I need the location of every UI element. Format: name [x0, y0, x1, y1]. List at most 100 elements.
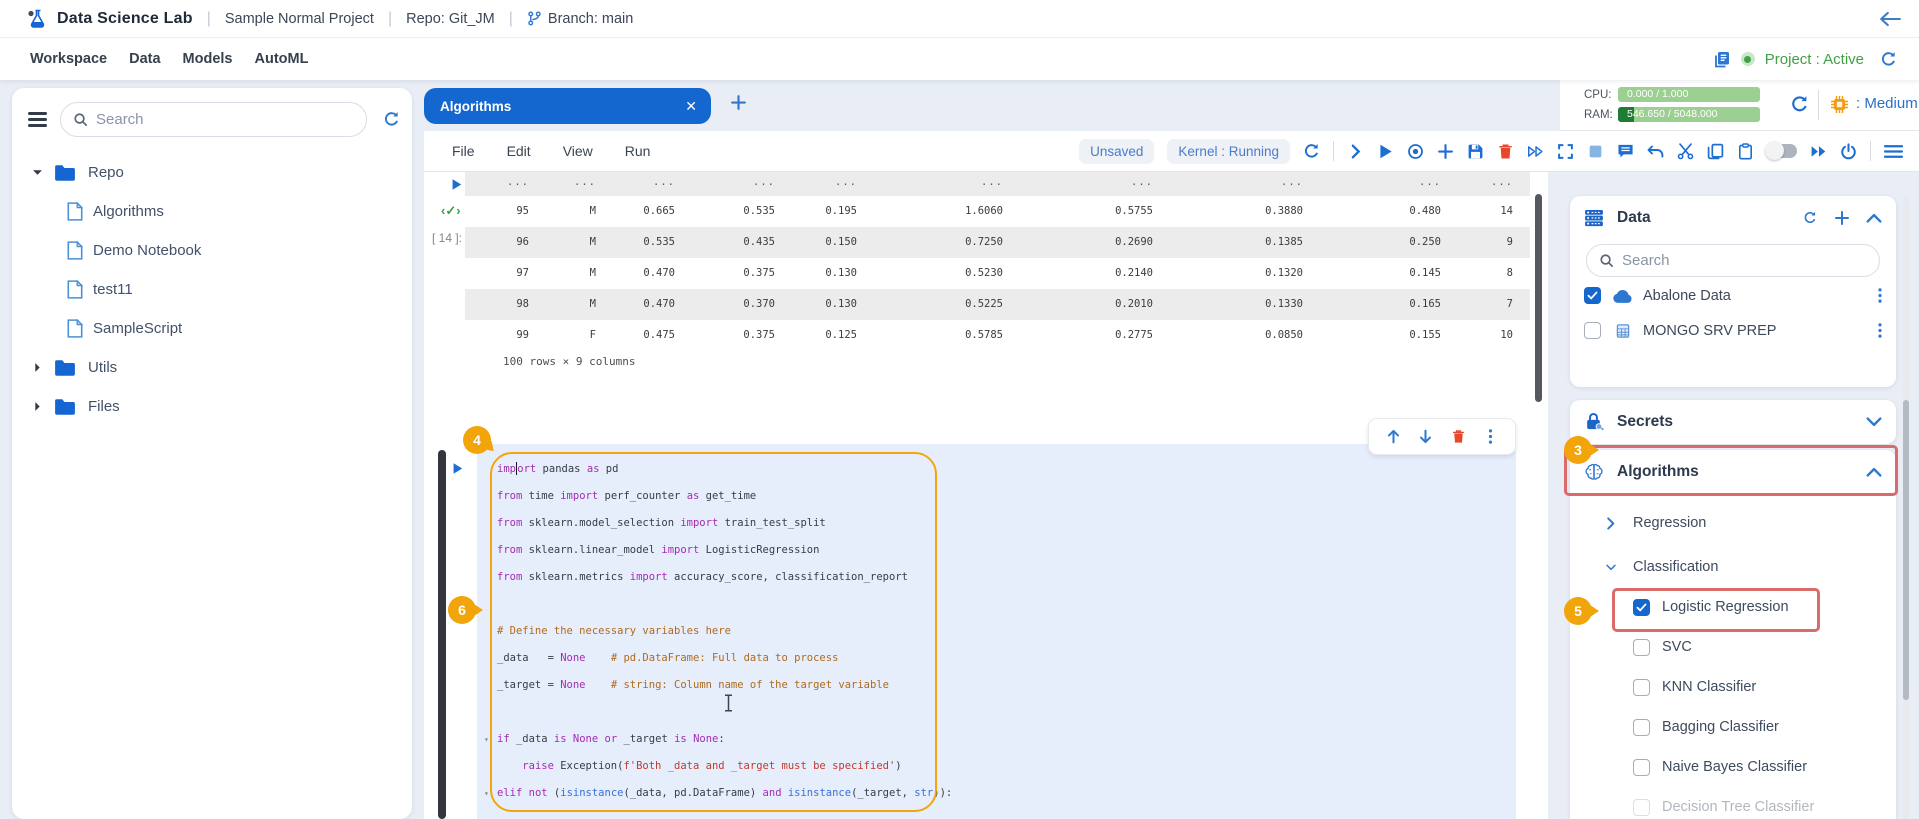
more-options-icon[interactable]	[1878, 288, 1882, 303]
fast-forward-icon[interactable]	[1527, 143, 1544, 160]
algo-item-logistic-regression[interactable]: Logistic Regression	[1570, 592, 1896, 622]
panel-scrollbar[interactable]	[1903, 400, 1909, 700]
execution-count: [ 14 ]:	[432, 231, 462, 245]
collapse-data-icon[interactable]	[1866, 211, 1882, 225]
run-code-cell-icon[interactable]	[451, 461, 464, 476]
sidebar-folder-files[interactable]: Files	[12, 387, 412, 426]
data-item-abalone-data[interactable]: Abalone Data	[1570, 279, 1896, 312]
file-icon	[67, 319, 83, 338]
caret-down-icon[interactable]	[32, 167, 43, 178]
undo-icon[interactable]	[1647, 143, 1664, 160]
checkbox-checked[interactable]	[1584, 287, 1601, 304]
kernel-refresh-icon[interactable]	[1303, 143, 1320, 160]
move-cell-up-icon[interactable]	[1386, 429, 1401, 444]
run-all-icon[interactable]	[1810, 143, 1827, 160]
algo-item-naive-bayes-classifier[interactable]: Naive Bayes Classifier	[1570, 752, 1896, 782]
fullscreen-icon[interactable]	[1557, 143, 1574, 160]
algo-item-knn-classifier[interactable]: KNN Classifier	[1570, 672, 1896, 702]
nav-item-workspace[interactable]: Workspace	[30, 51, 107, 67]
checkbox-unchecked[interactable]	[1633, 719, 1650, 736]
checkbox-unchecked[interactable]	[1633, 799, 1650, 816]
shutdown-icon[interactable]	[1840, 143, 1857, 160]
vertical-scrollbar[interactable]	[1535, 194, 1542, 402]
table-row: 95M0.6650.5350.1951.60600.57550.38800.48…	[465, 196, 1530, 227]
delete-cell-icon[interactable]	[1451, 429, 1466, 444]
move-cell-down-icon[interactable]	[1418, 429, 1433, 444]
code-editor[interactable]: import pandas as pdfrom time import perf…	[497, 456, 952, 807]
data-item-mongo-srv-prep[interactable]: MONGO SRV PREP	[1570, 314, 1896, 347]
sidebar-item-test11[interactable]: test11	[12, 270, 412, 309]
paste-icon[interactable]	[1737, 143, 1754, 160]
checkbox-unchecked[interactable]	[1633, 759, 1650, 776]
copy-icon[interactable]	[1707, 143, 1724, 160]
back-arrow-icon[interactable]	[1879, 11, 1901, 27]
expand-secrets-icon[interactable]	[1866, 415, 1882, 429]
caret-right-icon[interactable]	[32, 362, 43, 373]
status-refresh-icon[interactable]	[1880, 51, 1897, 68]
algo-item-svc[interactable]: SVC	[1570, 632, 1896, 662]
menu-run[interactable]: Run	[625, 143, 651, 159]
menu-file[interactable]: File	[452, 143, 475, 159]
file-explorer-sidebar: Search Repo Algorithms Demo Notebooktest11…	[12, 88, 412, 819]
menu-edit[interactable]: Edit	[507, 143, 531, 159]
file-label: Algorithms	[93, 203, 164, 220]
caret-right-icon[interactable]	[32, 401, 43, 412]
fold-caret-icon[interactable]: ▾	[484, 726, 489, 753]
chevron-down-icon[interactable]	[1606, 561, 1616, 574]
table-row: 98M0.4700.3700.1300.52250.20100.13300.16…	[465, 289, 1530, 320]
sidebar-refresh-icon[interactable]	[383, 111, 400, 128]
algo-item-label: Naive Bayes Classifier	[1662, 759, 1807, 775]
data-refresh-icon[interactable]	[1802, 211, 1818, 225]
sidebar-folder-repo[interactable]: Repo	[12, 153, 412, 192]
run-cell-icon[interactable]	[1377, 143, 1394, 160]
checkbox-checked[interactable]	[1633, 599, 1650, 616]
sidebar-search-input[interactable]: Search	[60, 102, 367, 137]
nav-item-automl[interactable]: AutoML	[255, 51, 309, 67]
save-icon[interactable]	[1467, 143, 1484, 160]
cut-icon[interactable]	[1677, 143, 1694, 160]
chevron-right-icon[interactable]	[1606, 517, 1616, 530]
data-item-label: Abalone Data	[1643, 288, 1731, 304]
menu-view[interactable]: View	[563, 143, 593, 159]
comments-icon[interactable]	[1617, 143, 1634, 160]
annotation-badge-6: 6	[448, 596, 476, 624]
run-output-cell-icon[interactable]	[450, 177, 463, 192]
algo-group-label: Classification	[1633, 559, 1718, 575]
delete-icon[interactable]	[1497, 143, 1514, 160]
collapse-algorithms-icon[interactable]	[1866, 465, 1882, 479]
add-cell-icon[interactable]	[1437, 143, 1454, 160]
cell-more-options-icon[interactable]	[1483, 429, 1498, 444]
resource-refresh-icon[interactable]	[1790, 95, 1809, 114]
add-data-icon[interactable]	[1834, 210, 1850, 226]
checkbox-unchecked[interactable]	[1584, 322, 1601, 339]
data-search-input[interactable]: Search	[1586, 244, 1880, 277]
algo-item-bagging-classifier[interactable]: Bagging Classifier	[1570, 712, 1896, 742]
tab-close-icon[interactable]: ✕	[685, 98, 697, 115]
algo-group-regression[interactable]: Regression	[1570, 508, 1896, 538]
panel-menu-icon[interactable]	[1884, 143, 1903, 160]
app-title: Data Science Lab	[57, 10, 193, 28]
algo-group-classification[interactable]: Classification	[1570, 552, 1896, 582]
stop-icon[interactable]	[1587, 143, 1604, 160]
sidebar-item-demo-notebook[interactable]: Demo Notebook	[12, 231, 412, 270]
sidebar-item-algorithms[interactable]: Algorithms	[12, 192, 412, 231]
new-tab-icon[interactable]	[730, 94, 747, 111]
more-options-icon[interactable]	[1878, 323, 1882, 338]
sidebar-menu-icon[interactable]	[28, 112, 47, 126]
resource-monitor: CPU: 0.000 / 1.000 RAM: 546.650 / 5048.0…	[1560, 80, 1919, 131]
nav-item-models[interactable]: Models	[183, 51, 233, 67]
breadcrumb-branch: Branch: main	[548, 11, 633, 27]
logs-icon[interactable]	[1712, 50, 1731, 69]
algo-item-decision-tree-classifier[interactable]: Decision Tree Classifier	[1570, 792, 1896, 819]
expand-chevron-icon[interactable]	[1347, 143, 1364, 160]
tab-label: Algorithms	[440, 99, 511, 114]
nav-item-data[interactable]: Data	[129, 51, 160, 67]
sidebar-folder-utils[interactable]: Utils	[12, 348, 412, 387]
tab-algorithms[interactable]: Algorithms ✕	[424, 88, 711, 124]
sidebar-item-samplescript[interactable]: SampleScript	[12, 309, 412, 348]
checkbox-unchecked[interactable]	[1633, 679, 1650, 696]
fold-caret-icon[interactable]: ▾	[484, 780, 489, 807]
checkbox-unchecked[interactable]	[1633, 639, 1650, 656]
record-target-icon[interactable]	[1407, 143, 1424, 160]
code-toggle-icon[interactable]	[1767, 144, 1797, 158]
